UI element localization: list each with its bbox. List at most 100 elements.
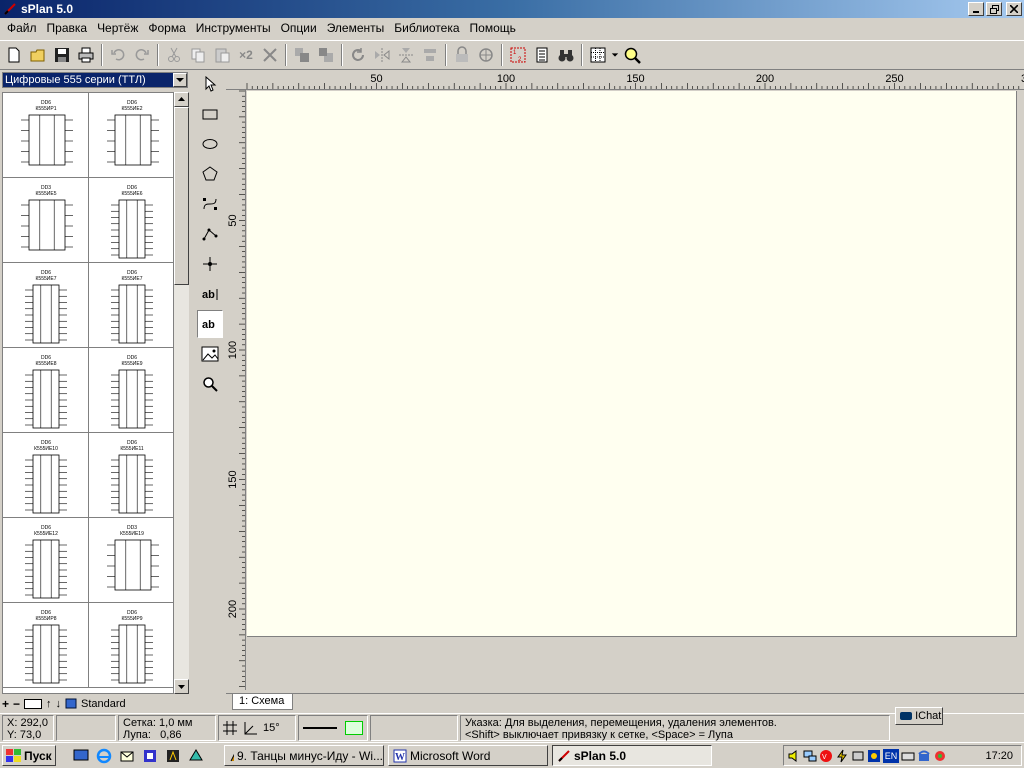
taskbar-item-winamp[interactable]: 9. Танцы минус-Иду - Wi... xyxy=(224,745,384,766)
mirror-vertical-icon[interactable] xyxy=(394,43,418,67)
bezier-tool-icon[interactable] xyxy=(197,190,223,218)
menu-help[interactable]: Помощь xyxy=(465,18,521,38)
align-icon[interactable] xyxy=(418,43,442,67)
taskbar-item-word[interactable]: W Microsoft Word xyxy=(388,745,548,766)
save-icon[interactable] xyxy=(50,43,74,67)
library-component[interactable]: DD6 К555ИЕ2 xyxy=(89,93,173,178)
chevron-down-icon[interactable] xyxy=(173,73,187,87)
text-tool-icon[interactable]: ab xyxy=(197,280,223,308)
drawing-sheet[interactable] xyxy=(247,91,1017,637)
messenger-icon[interactable] xyxy=(933,749,947,763)
winamp-icon[interactable] xyxy=(164,747,182,765)
menu-library[interactable]: Библиотека xyxy=(389,18,464,38)
zoom-icon[interactable] xyxy=(620,43,644,67)
line-tool-icon[interactable] xyxy=(197,220,223,248)
menu-tools[interactable]: Инструменты xyxy=(191,18,276,38)
antivirus-icon[interactable]: V xyxy=(819,749,833,763)
phone-icon[interactable] xyxy=(917,749,931,763)
media-player-icon[interactable] xyxy=(141,747,159,765)
textbox-tool-icon[interactable]: ab xyxy=(197,310,223,338)
delete-icon[interactable] xyxy=(258,43,282,67)
menu-form[interactable]: Форма xyxy=(143,18,190,38)
redo-icon[interactable] xyxy=(130,43,154,67)
internet-explorer-icon[interactable] xyxy=(95,747,113,765)
grid-icon[interactable] xyxy=(586,43,610,67)
library-component[interactable]: DD6 К555ИР9 xyxy=(89,603,173,688)
angle-value[interactable]: 15° xyxy=(263,722,280,734)
line-style-icon[interactable] xyxy=(303,726,337,730)
add-library-icon[interactable]: + xyxy=(2,697,9,711)
library-component[interactable]: DD6 К555ИЕ11 xyxy=(89,433,173,518)
library-component[interactable]: DD6 К555ИР8 xyxy=(3,603,89,688)
ungroup-icon[interactable] xyxy=(474,43,498,67)
taskbar-item-splan[interactable]: sPlan 5.0 xyxy=(552,745,712,766)
ichat-button[interactable]: IChat xyxy=(895,707,943,725)
library-component[interactable]: DD6 К555ИЕ10 xyxy=(3,433,89,518)
library-component[interactable]: DD6 К555ИЕ9 xyxy=(89,348,173,433)
scroll-thumb[interactable] xyxy=(174,107,189,285)
hardware-icon[interactable] xyxy=(851,749,865,763)
menu-elements[interactable]: Элементы xyxy=(322,18,390,38)
library-scrollbar[interactable] xyxy=(174,92,189,694)
language-indicator[interactable]: EN xyxy=(883,748,899,763)
library-component[interactable]: DD6 К555ИЕ8 xyxy=(3,348,89,433)
angle-snap-icon[interactable] xyxy=(243,721,257,735)
library-component[interactable]: DD3 К555ИЕ5 xyxy=(3,178,89,263)
library-component[interactable]: DD3 К555ИЕ19 xyxy=(89,518,173,603)
tab-schema[interactable]: 1: Схема xyxy=(232,694,294,710)
minimize-button[interactable] xyxy=(968,2,984,16)
cut-icon[interactable] xyxy=(162,43,186,67)
renumber-icon[interactable]: 12 xyxy=(506,43,530,67)
outlook-express-icon[interactable] xyxy=(118,747,136,765)
monitor-settings-icon[interactable] xyxy=(867,749,881,763)
library-component[interactable]: DD6 К555ИР1 xyxy=(3,93,89,178)
undo-icon[interactable] xyxy=(106,43,130,67)
menu-drawing[interactable]: Чертёж xyxy=(92,18,143,38)
move-down-icon[interactable]: ↓ xyxy=(56,698,62,710)
menu-file[interactable]: Файл xyxy=(2,18,42,38)
library-component[interactable]: DD6 К555ИЕ12 xyxy=(3,518,89,603)
connection-point-icon[interactable] xyxy=(197,250,223,278)
move-up-icon[interactable]: ↑ xyxy=(46,698,52,710)
library-category-select[interactable]: Цифровые 555 серии (ТТЛ) xyxy=(2,72,188,88)
grid-snap-icon[interactable] xyxy=(223,721,237,735)
group-icon[interactable] xyxy=(450,43,474,67)
print-icon[interactable] xyxy=(74,43,98,67)
restore-button[interactable] xyxy=(986,2,1002,16)
mirror-horizontal-icon[interactable] xyxy=(370,43,394,67)
copy-icon[interactable] xyxy=(186,43,210,67)
fill-color-swatch[interactable] xyxy=(345,721,363,735)
menu-edit[interactable]: Правка xyxy=(42,18,93,38)
drawing-canvas-area[interactable] xyxy=(247,91,1024,691)
scroll-down-icon[interactable] xyxy=(174,679,189,694)
remove-library-icon[interactable]: − xyxy=(13,697,20,711)
rectangle-tool-icon[interactable] xyxy=(197,100,223,128)
library-component[interactable]: DD6 К555ИЕ7 xyxy=(89,263,173,348)
image-tool-icon[interactable] xyxy=(197,340,223,368)
duplicate-button[interactable]: ×2 xyxy=(234,43,258,67)
close-button[interactable] xyxy=(1006,2,1022,16)
desktop-icon[interactable] xyxy=(72,747,90,765)
scroll-up-icon[interactable] xyxy=(174,92,189,107)
network-icon[interactable] xyxy=(803,749,817,763)
library-book-icon[interactable] xyxy=(65,697,77,712)
menu-options[interactable]: Опции xyxy=(276,18,322,38)
keyboard-icon[interactable] xyxy=(901,749,915,763)
paste-icon[interactable] xyxy=(210,43,234,67)
library-component[interactable]: DD6 К555ИЕ6 xyxy=(89,178,173,263)
magnifier-tool-icon[interactable] xyxy=(197,370,223,398)
volume-icon[interactable] xyxy=(787,749,801,763)
rotate-icon[interactable] xyxy=(346,43,370,67)
find-binoculars-icon[interactable] xyxy=(554,43,578,67)
library-edit-icon[interactable] xyxy=(24,699,43,709)
grid-dropdown-icon[interactable] xyxy=(610,43,620,67)
polygon-tool-icon[interactable] xyxy=(197,160,223,188)
quicklaunch-app-icon[interactable] xyxy=(187,747,205,765)
open-folder-icon[interactable] xyxy=(26,43,50,67)
ellipse-tool-icon[interactable] xyxy=(197,130,223,158)
parts-list-icon[interactable] xyxy=(530,43,554,67)
new-file-icon[interactable] xyxy=(2,43,26,67)
bring-front-icon[interactable] xyxy=(290,43,314,67)
start-button[interactable]: Пуск xyxy=(2,745,56,766)
send-back-icon[interactable] xyxy=(314,43,338,67)
